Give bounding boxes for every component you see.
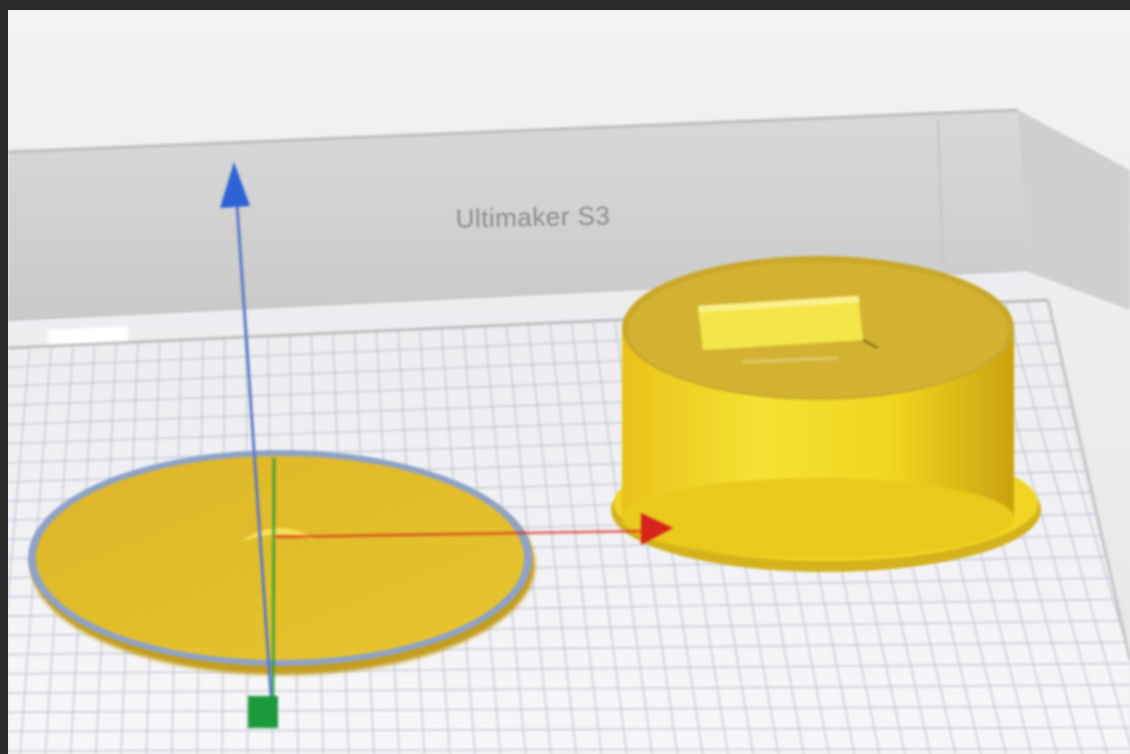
scene-canvas[interactable] (8, 10, 1130, 754)
flat-disc-model[interactable] (28, 450, 535, 675)
3d-viewport[interactable]: Ultimaker S3 (8, 10, 1130, 754)
z-axis-handle[interactable] (248, 696, 278, 728)
z-axis-line (271, 457, 276, 711)
printer-name-label: Ultimaker S3 (455, 200, 611, 234)
cylinder-model[interactable] (611, 256, 1041, 572)
